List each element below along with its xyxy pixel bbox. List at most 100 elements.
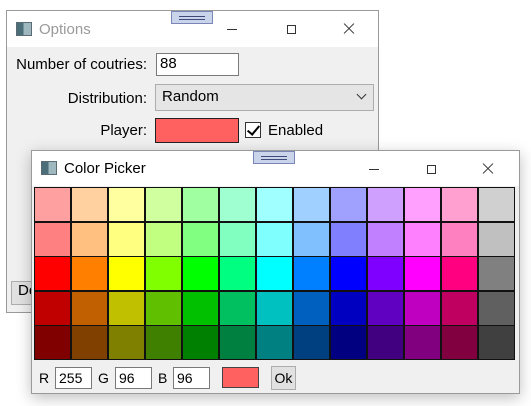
- palette-swatch[interactable]: [293, 325, 330, 360]
- palette-swatch[interactable]: [478, 325, 515, 360]
- palette-swatch[interactable]: [108, 187, 145, 222]
- palette-swatch[interactable]: [478, 222, 515, 257]
- options-close-button[interactable]: [327, 14, 371, 44]
- r-label: R: [39, 370, 50, 386]
- distribution-value: Random: [162, 88, 219, 105]
- palette-swatch[interactable]: [34, 187, 71, 222]
- minimize-icon: [369, 168, 379, 170]
- palette-swatch[interactable]: [256, 256, 293, 291]
- color-picker-maximize-button[interactable]: [409, 154, 453, 184]
- app-icon: [41, 161, 57, 175]
- palette-swatch[interactable]: [182, 325, 219, 360]
- palette-swatch[interactable]: [219, 325, 256, 360]
- app-icon: [16, 22, 32, 36]
- palette-swatch[interactable]: [256, 291, 293, 326]
- options-titlebar[interactable]: Options: [7, 11, 378, 47]
- palette-swatch[interactable]: [404, 325, 441, 360]
- palette-swatch[interactable]: [34, 256, 71, 291]
- palette-swatch[interactable]: [34, 222, 71, 257]
- close-icon: [343, 23, 355, 35]
- palette-swatch[interactable]: [478, 187, 515, 222]
- palette-swatch[interactable]: [478, 256, 515, 291]
- palette-swatch[interactable]: [367, 187, 404, 222]
- minimize-icon: [227, 28, 237, 30]
- palette-swatch[interactable]: [108, 325, 145, 360]
- palette-swatch[interactable]: [404, 222, 441, 257]
- player-label: Player:: [100, 122, 147, 139]
- drag-handle-icon[interactable]: [171, 11, 213, 24]
- palette-swatch[interactable]: [182, 222, 219, 257]
- palette-swatch[interactable]: [219, 222, 256, 257]
- color-palette: [34, 187, 515, 360]
- palette-swatch[interactable]: [71, 222, 108, 257]
- palette-swatch[interactable]: [108, 291, 145, 326]
- palette-swatch[interactable]: [404, 187, 441, 222]
- palette-swatch[interactable]: [145, 291, 182, 326]
- palette-swatch[interactable]: [441, 256, 478, 291]
- g-input[interactable]: 96: [115, 367, 152, 389]
- palette-swatch[interactable]: [219, 187, 256, 222]
- enabled-checkbox[interactable]: [245, 122, 261, 138]
- palette-swatch[interactable]: [293, 256, 330, 291]
- r-input[interactable]: 255: [55, 367, 92, 389]
- palette-swatch[interactable]: [441, 325, 478, 360]
- ok-button-label: Ok: [274, 370, 293, 386]
- palette-swatch[interactable]: [145, 187, 182, 222]
- palette-swatch[interactable]: [108, 222, 145, 257]
- palette-swatch[interactable]: [367, 325, 404, 360]
- palette-swatch[interactable]: [34, 325, 71, 360]
- palette-swatch[interactable]: [256, 187, 293, 222]
- b-input[interactable]: 96: [173, 367, 210, 389]
- distribution-label: Distribution:: [67, 90, 147, 107]
- palette-swatch[interactable]: [71, 187, 108, 222]
- palette-swatch[interactable]: [256, 325, 293, 360]
- palette-swatch[interactable]: [182, 291, 219, 326]
- color-picker-titlebar[interactable]: Color Picker: [32, 151, 519, 186]
- color-picker-minimize-button[interactable]: [352, 154, 396, 184]
- palette-swatch[interactable]: [71, 256, 108, 291]
- palette-swatch[interactable]: [367, 222, 404, 257]
- palette-swatch[interactable]: [108, 256, 145, 291]
- palette-swatch[interactable]: [71, 291, 108, 326]
- palette-swatch[interactable]: [182, 187, 219, 222]
- palette-swatch[interactable]: [404, 291, 441, 326]
- options-maximize-button[interactable]: [269, 14, 313, 44]
- options-minimize-button[interactable]: [210, 14, 254, 44]
- enabled-label: Enabled: [268, 122, 324, 139]
- palette-swatch[interactable]: [404, 256, 441, 291]
- palette-swatch[interactable]: [441, 187, 478, 222]
- ok-button[interactable]: Ok: [271, 366, 296, 390]
- palette-swatch[interactable]: [145, 256, 182, 291]
- palette-swatch[interactable]: [330, 325, 367, 360]
- palette-swatch[interactable]: [219, 256, 256, 291]
- palette-swatch[interactable]: [330, 222, 367, 257]
- palette-swatch[interactable]: [367, 256, 404, 291]
- palette-swatch[interactable]: [367, 291, 404, 326]
- distribution-select[interactable]: Random: [155, 84, 374, 111]
- color-picker-title: Color Picker: [64, 160, 146, 177]
- palette-swatch[interactable]: [145, 325, 182, 360]
- color-picker-close-button[interactable]: [466, 154, 510, 184]
- palette-swatch[interactable]: [478, 291, 515, 326]
- b-label: B: [158, 370, 168, 386]
- palette-swatch[interactable]: [293, 222, 330, 257]
- palette-swatch[interactable]: [441, 222, 478, 257]
- palette-swatch[interactable]: [441, 291, 478, 326]
- checkmark-icon: [246, 122, 261, 136]
- palette-swatch[interactable]: [293, 187, 330, 222]
- palette-swatch[interactable]: [330, 256, 367, 291]
- palette-swatch[interactable]: [71, 325, 108, 360]
- palette-swatch[interactable]: [34, 291, 71, 326]
- drag-handle-icon[interactable]: [253, 151, 295, 164]
- countries-input[interactable]: 88: [156, 53, 239, 76]
- palette-swatch[interactable]: [219, 291, 256, 326]
- close-icon: [482, 163, 494, 175]
- palette-swatch[interactable]: [330, 291, 367, 326]
- palette-swatch[interactable]: [145, 222, 182, 257]
- palette-swatch[interactable]: [182, 256, 219, 291]
- palette-swatch[interactable]: [330, 187, 367, 222]
- color-preview-swatch: [222, 367, 259, 388]
- palette-swatch[interactable]: [293, 291, 330, 326]
- palette-swatch[interactable]: [256, 222, 293, 257]
- player-color-swatch[interactable]: [155, 118, 239, 143]
